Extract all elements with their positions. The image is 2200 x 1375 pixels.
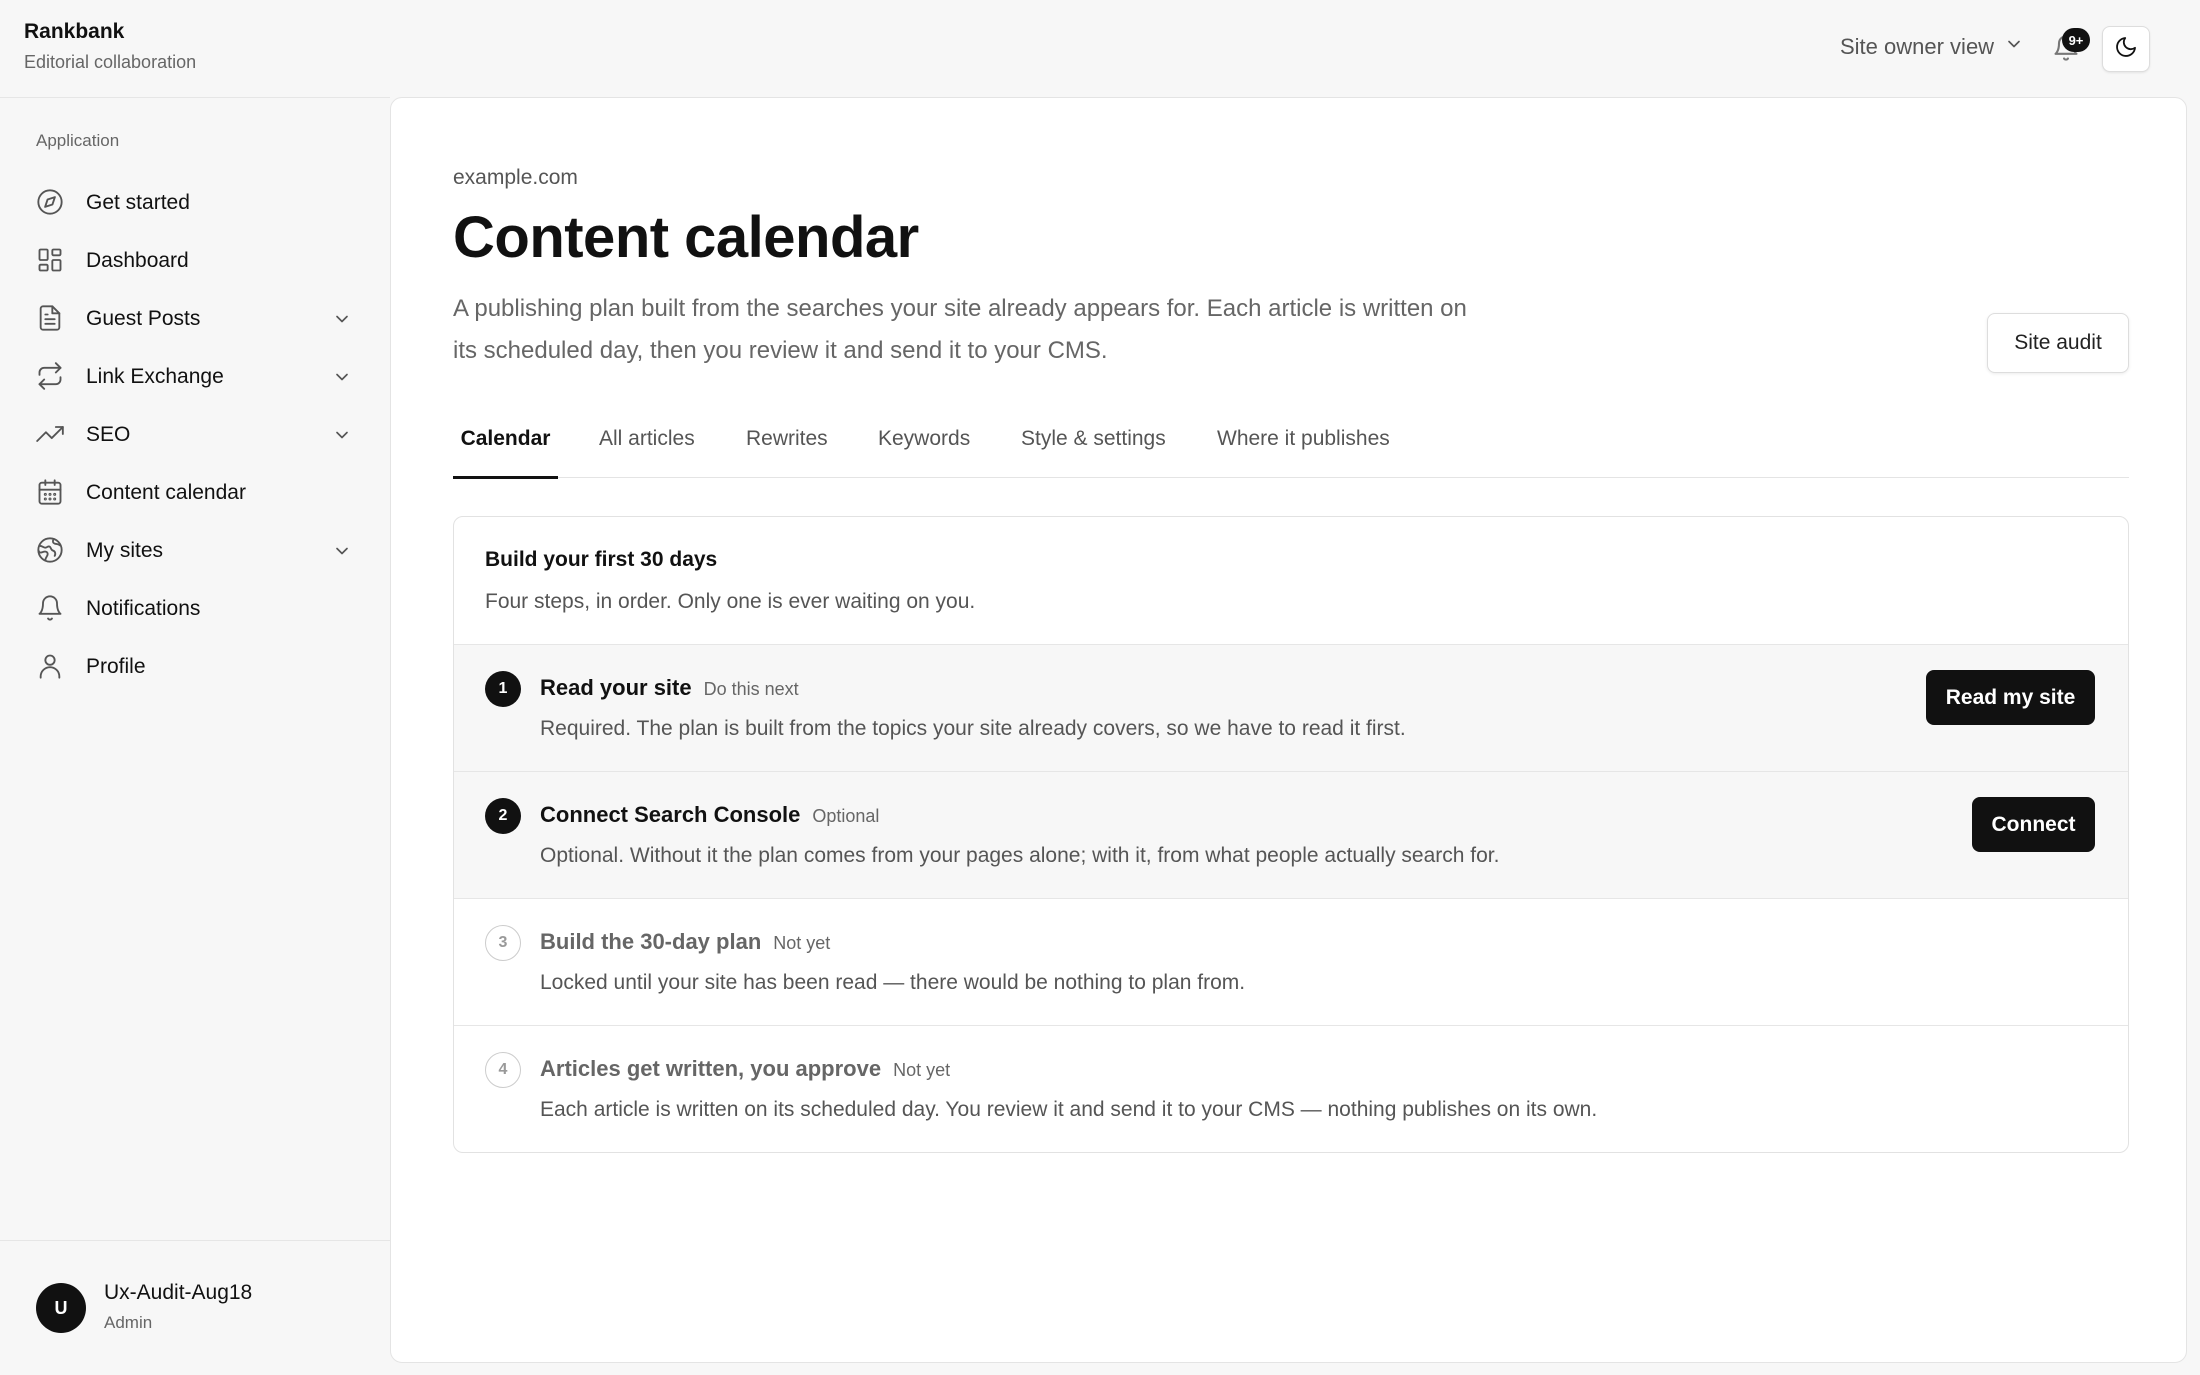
trending-up-icon bbox=[36, 420, 66, 450]
user-name: Ux-Audit-Aug18 bbox=[104, 1281, 253, 1304]
step-title: Connect Search Console bbox=[540, 802, 801, 827]
step-number: 4 bbox=[485, 1052, 521, 1088]
tab-where-it-publishes[interactable]: Where it publishes bbox=[1217, 418, 1390, 478]
sidebar-item-label: SEO bbox=[86, 423, 131, 446]
avatar: U bbox=[36, 1283, 86, 1333]
bell-icon bbox=[36, 594, 66, 624]
chevron-down-icon[interactable] bbox=[332, 367, 352, 387]
read-my-site-button[interactable]: Read my site bbox=[1926, 670, 2095, 725]
step-status-tag: Not yet bbox=[893, 1060, 951, 1080]
sidebar-item-label: Content calendar bbox=[86, 481, 246, 504]
page-description: A publishing plan built from the searche… bbox=[453, 295, 1467, 364]
tab-rewrites[interactable]: Rewrites bbox=[746, 418, 828, 478]
compass-icon bbox=[36, 188, 66, 218]
globe-icon bbox=[36, 536, 66, 566]
moon-icon bbox=[2114, 35, 2138, 64]
step-status-tag: Not yet bbox=[773, 933, 831, 953]
tab-bar: Calendar All articles Rewrites Keywords … bbox=[453, 418, 2129, 479]
step-description: Optional. Without it the plan comes from… bbox=[540, 844, 1500, 867]
onboarding-card: Build your first 30 days Four steps, in … bbox=[453, 516, 2129, 1153]
calendar-icon bbox=[36, 478, 66, 508]
sidebar-item-my-sites[interactable]: My sites bbox=[36, 522, 356, 580]
sidebar-item-dashboard[interactable]: Dashboard bbox=[36, 232, 356, 290]
sidebar-item-content-calendar[interactable]: Content calendar bbox=[36, 464, 356, 522]
sidebar-item-seo[interactable]: SEO bbox=[36, 406, 356, 464]
sidebar-item-label: Get started bbox=[86, 191, 190, 214]
sidebar-user-footer[interactable]: U Ux-Audit-Aug18 Admin bbox=[0, 1240, 390, 1375]
chevron-down-icon bbox=[2004, 34, 2024, 60]
sidebar-item-get-started[interactable]: Get started bbox=[36, 174, 356, 232]
chevron-down-icon[interactable] bbox=[332, 425, 352, 445]
app-name: Rankbank bbox=[24, 20, 125, 43]
step-description: Each article is written on its scheduled… bbox=[540, 1098, 1598, 1121]
step-read-site: 1 Read your site Do this next Required. … bbox=[454, 645, 2128, 772]
step-articles-approve: 4 Articles get written, you approve Not … bbox=[454, 1026, 2128, 1152]
chevron-down-icon[interactable] bbox=[332, 309, 352, 329]
sidebar-group-label: Application bbox=[36, 131, 120, 150]
sidebar-item-label: Link Exchange bbox=[86, 365, 224, 388]
theme-toggle-button[interactable] bbox=[2102, 26, 2150, 72]
sidebar-nav: Get started Dashboard Guest Posts Link E… bbox=[36, 174, 356, 696]
site-domain: example.com bbox=[453, 166, 578, 189]
repeat-icon bbox=[36, 362, 66, 392]
document-icon bbox=[36, 304, 66, 334]
step-connect-search-console: 2 Connect Search Console Optional Option… bbox=[454, 772, 2128, 899]
brand[interactable]: Rankbank Editorial collaboration bbox=[24, 20, 196, 73]
view-switcher[interactable]: Site owner view bbox=[1840, 34, 2024, 60]
user-icon bbox=[36, 652, 66, 682]
sidebar-item-label: My sites bbox=[86, 539, 164, 562]
onboarding-header: Build your first 30 days Four steps, in … bbox=[454, 517, 2128, 645]
chevron-down-icon[interactable] bbox=[332, 541, 352, 561]
step-description: Required. The plan is built from the top… bbox=[540, 717, 1406, 740]
sidebar-item-notifications[interactable]: Notifications bbox=[36, 580, 356, 638]
app-subtitle: Editorial collaboration bbox=[24, 52, 197, 72]
step-number: 1 bbox=[485, 671, 521, 707]
notification-count-badge: 9+ bbox=[2062, 28, 2090, 52]
step-number: 3 bbox=[485, 925, 521, 961]
grid-icon bbox=[36, 246, 66, 276]
step-title: Articles get written, you approve bbox=[540, 1056, 882, 1081]
sidebar-item-label: Dashboard bbox=[86, 249, 189, 272]
step-title: Build the 30-day plan bbox=[540, 929, 762, 954]
step-title: Read your site bbox=[540, 675, 692, 700]
tab-all-articles[interactable]: All articles bbox=[599, 418, 695, 478]
sidebar-item-guest-posts[interactable]: Guest Posts bbox=[36, 290, 356, 348]
sidebar-item-label: Profile bbox=[86, 655, 146, 678]
step-number: 2 bbox=[485, 798, 521, 834]
onboarding-title: Build your first 30 days bbox=[485, 548, 718, 571]
step-status-tag: Do this next bbox=[703, 679, 799, 699]
step-build-plan: 3 Build the 30-day plan Not yet Locked u… bbox=[454, 899, 2128, 1026]
sidebar-item-link-exchange[interactable]: Link Exchange bbox=[36, 348, 356, 406]
tab-keywords[interactable]: Keywords bbox=[878, 418, 970, 478]
step-status-tag: Optional bbox=[812, 806, 880, 826]
notifications-button[interactable]: 9+ bbox=[2052, 28, 2090, 64]
connect-button[interactable]: Connect bbox=[1972, 797, 2095, 852]
tab-calendar[interactable]: Calendar bbox=[453, 418, 558, 479]
user-role: Admin bbox=[104, 1313, 153, 1332]
sidebar: Application Get started Dashboard Guest … bbox=[0, 97, 390, 1375]
onboarding-subtitle: Four steps, in order. Only one is ever w… bbox=[485, 590, 976, 613]
sidebar-item-profile[interactable]: Profile bbox=[36, 638, 356, 696]
view-switcher-label: Site owner view bbox=[1840, 34, 1995, 59]
page-title: Content calendar bbox=[453, 205, 919, 270]
main-panel: example.com Content calendar A publishin… bbox=[390, 97, 2187, 1363]
top-bar: Rankbank Editorial collaboration Site ow… bbox=[0, 0, 2200, 97]
sidebar-item-label: Notifications bbox=[86, 597, 201, 620]
step-description: Locked until your site has been read — t… bbox=[540, 971, 1246, 994]
tab-style-settings[interactable]: Style & settings bbox=[1021, 418, 1166, 478]
sidebar-item-label: Guest Posts bbox=[86, 307, 201, 330]
site-audit-button[interactable]: Site audit bbox=[1987, 313, 2129, 373]
